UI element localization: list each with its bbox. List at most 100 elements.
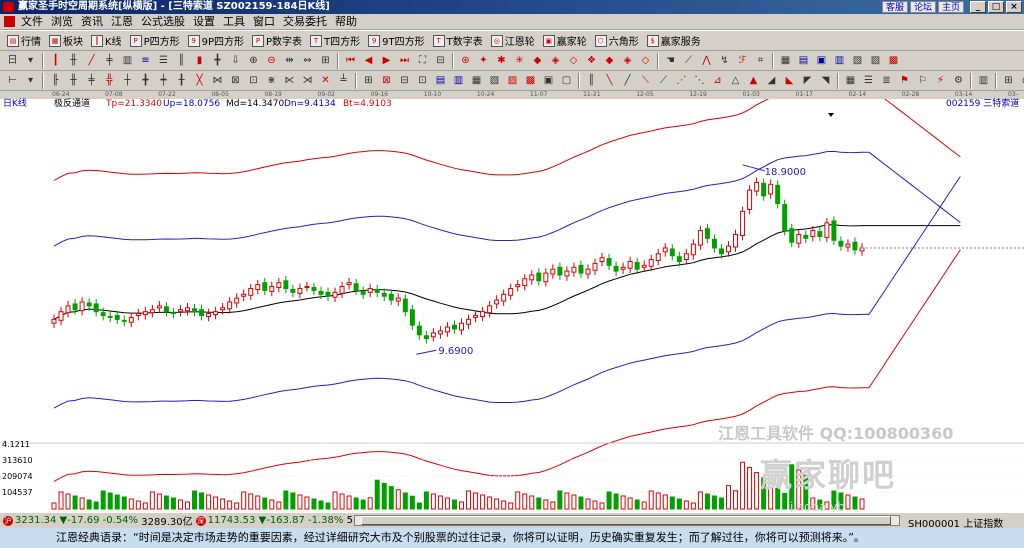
last-icon[interactable]: ⏭ bbox=[396, 53, 413, 69]
menu-tools[interactable]: 工具 bbox=[219, 14, 249, 30]
toolbar-t-table-button[interactable]: T T数字表 bbox=[430, 32, 486, 50]
tool-11-icon[interactable]: ⊠ bbox=[227, 73, 244, 89]
draw-menu-icon[interactable]: ⊢ bbox=[4, 73, 21, 89]
link-home[interactable]: 主页 bbox=[937, 1, 964, 13]
tool-51-icon[interactable]: ▥ bbox=[975, 73, 992, 89]
tool-32-icon[interactable]: ╱ bbox=[619, 73, 636, 89]
link-service[interactable]: 客服 bbox=[881, 1, 908, 13]
cross-cursor-icon[interactable]: ╋ bbox=[209, 53, 226, 69]
diamond-icon[interactable]: ◆ bbox=[529, 53, 546, 69]
tool-36-icon[interactable]: ⋱ bbox=[691, 73, 708, 89]
toolbar-kline-button[interactable]: ┃ K线 bbox=[88, 32, 125, 50]
toolbar-quotes-button[interactable]: ▤ 行情 bbox=[4, 32, 44, 50]
tool-09-icon[interactable]: ╳ bbox=[191, 73, 208, 89]
channel-icon[interactable]: ╪ bbox=[101, 53, 118, 69]
menu-browse[interactable]: 浏览 bbox=[47, 14, 77, 30]
layout4-icon[interactable]: ▥ bbox=[831, 53, 848, 69]
menu-settings[interactable]: 设置 bbox=[189, 14, 219, 30]
tool-41-icon[interactable]: ◣ bbox=[781, 73, 798, 89]
tool-21-icon[interactable]: ⊡ bbox=[414, 73, 431, 89]
toolbar-service-button[interactable]: $ 赢家服务 bbox=[644, 32, 704, 50]
tool-44-icon[interactable]: ▦ bbox=[842, 73, 859, 89]
toolbar-winner-wheel-button[interactable]: ▣ 赢家轮 bbox=[540, 32, 590, 50]
layout7-icon[interactable]: ▩ bbox=[885, 53, 902, 69]
tool-20-icon[interactable]: ⊟ bbox=[396, 73, 413, 89]
target-icon[interactable]: ⊛ bbox=[457, 53, 474, 69]
tool-07-icon[interactable]: ┿ bbox=[155, 73, 172, 89]
layout1-icon[interactable]: ▦ bbox=[777, 53, 794, 69]
tool-10-icon[interactable]: ⋈ bbox=[209, 73, 226, 89]
tool-04-icon[interactable]: ╬ bbox=[101, 73, 118, 89]
scroll-down-icon[interactable]: ⇩ bbox=[227, 53, 244, 69]
window-split-icon[interactable]: ⊟ bbox=[432, 53, 449, 69]
menu-news[interactable]: 资讯 bbox=[77, 14, 107, 30]
fib-icon[interactable]: ≡ bbox=[137, 53, 154, 69]
chart-type-icon[interactable]: ▮ bbox=[191, 53, 208, 69]
tool-40-icon[interactable]: ◢ bbox=[763, 73, 780, 89]
measure-icon[interactable]: ⌗ bbox=[752, 53, 769, 69]
diamond6-icon[interactable]: ◈ bbox=[619, 53, 636, 69]
tool-23-icon[interactable]: ▥ bbox=[450, 73, 467, 89]
toolbar-p-square-button[interactable]: P P四方形 bbox=[127, 32, 183, 50]
menu-trade[interactable]: 交易委托 bbox=[279, 14, 331, 30]
star-icon[interactable]: ✱ bbox=[493, 53, 510, 69]
tool-14-icon[interactable]: ⋉ bbox=[281, 73, 298, 89]
menu-formula[interactable]: 公式选股 bbox=[137, 14, 189, 30]
tool-50-icon[interactable]: ⚙ bbox=[950, 73, 967, 89]
tool-17-icon[interactable]: ╧ bbox=[335, 73, 352, 89]
tool-08-icon[interactable]: ╂ bbox=[173, 73, 190, 89]
menu-help[interactable]: 帮助 bbox=[331, 14, 361, 30]
tool-06-icon[interactable]: ╋ bbox=[137, 73, 154, 89]
tool-33-icon[interactable]: ⟍ bbox=[637, 73, 654, 89]
menu-gann[interactable]: 江恩 bbox=[107, 14, 137, 30]
tool-34-icon[interactable]: ⟋ bbox=[655, 73, 672, 89]
tool-47-icon[interactable]: ⚑ bbox=[896, 73, 913, 89]
tool-39-icon[interactable]: ▲ bbox=[745, 73, 762, 89]
layout6-icon[interactable]: ▨ bbox=[867, 53, 884, 69]
tool-18-icon[interactable]: ⊞ bbox=[360, 73, 377, 89]
fullscreen-icon[interactable]: ⛶ bbox=[414, 53, 431, 69]
close-button[interactable]: × bbox=[1006, 1, 1022, 13]
tool-52-icon[interactable]: ⊞ bbox=[1000, 73, 1017, 89]
tool-28-icon[interactable]: ▣ bbox=[540, 73, 557, 89]
vlines-icon[interactable]: ║ bbox=[173, 53, 190, 69]
zoom-plus-icon[interactable]: ⊕ bbox=[245, 53, 262, 69]
chart-scrollbar[interactable] bbox=[354, 515, 900, 526]
tool-16-icon[interactable]: ✕ bbox=[317, 73, 334, 89]
diamond4-icon[interactable]: ❖ bbox=[583, 53, 600, 69]
diamond2-icon[interactable]: ◈ bbox=[547, 53, 564, 69]
globe-icon[interactable]: ◍ bbox=[1018, 73, 1024, 89]
tool-31-icon[interactable]: ╲ bbox=[601, 73, 618, 89]
tool-42-icon[interactable]: ◤ bbox=[799, 73, 816, 89]
layout5-icon[interactable]: ▧ bbox=[849, 53, 866, 69]
fan-icon[interactable]: ✳ bbox=[511, 53, 528, 69]
toolbar-t-square-button[interactable]: T T四方形 bbox=[307, 32, 363, 50]
hand-icon[interactable]: ☚ bbox=[662, 53, 679, 69]
tool-30-icon[interactable]: ║ bbox=[583, 73, 600, 89]
minimize-button[interactable]: _ bbox=[970, 1, 986, 13]
tool-27-icon[interactable]: ▩ bbox=[522, 73, 539, 89]
tool-15-icon[interactable]: ⋊ bbox=[299, 73, 316, 89]
tool-02-icon[interactable]: ╫ bbox=[65, 73, 82, 89]
line-icon[interactable]: ╱ bbox=[83, 53, 100, 69]
diamond7-icon[interactable]: ◇ bbox=[637, 53, 654, 69]
dropdown-arrow-icon[interactable]: ▾ bbox=[22, 53, 39, 69]
grid-icon[interactable]: ⊞ bbox=[317, 53, 334, 69]
tool-37-icon[interactable]: ⊿ bbox=[709, 73, 726, 89]
tool-46-icon[interactable]: ≣ bbox=[878, 73, 895, 89]
toolbar-9p-square-button[interactable]: 9 9P四方形 bbox=[185, 32, 247, 50]
tool-25-icon[interactable]: ▧ bbox=[486, 73, 503, 89]
text-tool-icon[interactable]: ℱ bbox=[734, 53, 751, 69]
zoom-minus-icon[interactable]: ⊖ bbox=[263, 53, 280, 69]
period-selector-icon[interactable]: 日 bbox=[4, 53, 21, 69]
scrollbar-thumb[interactable] bbox=[361, 516, 891, 525]
zigzag-icon[interactable]: ⋀ bbox=[698, 53, 715, 69]
tool-38-icon[interactable]: △ bbox=[727, 73, 744, 89]
compass-icon[interactable]: ✦ bbox=[475, 53, 492, 69]
dropdown-arrow-icon[interactable]: ▾ bbox=[22, 73, 39, 89]
tool-24-icon[interactable]: ▦ bbox=[468, 73, 485, 89]
prev-icon[interactable]: ◀ bbox=[360, 53, 377, 69]
diamond3-icon[interactable]: ◇ bbox=[565, 53, 582, 69]
tool-43-icon[interactable]: ◥ bbox=[817, 73, 834, 89]
toolbar-sector-button[interactable]: ▦ 板块 bbox=[46, 32, 86, 50]
